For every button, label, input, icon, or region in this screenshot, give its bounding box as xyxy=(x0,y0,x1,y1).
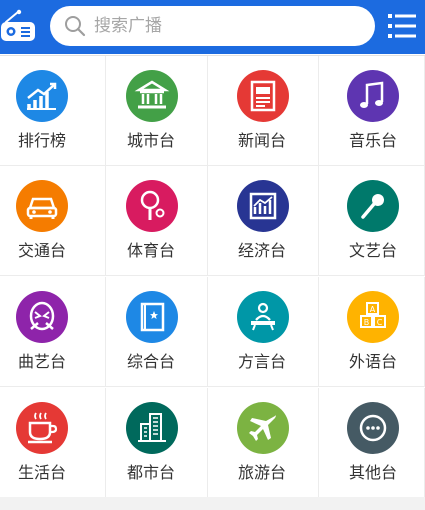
svg-text:A: A xyxy=(370,305,376,314)
radio-icon[interactable] xyxy=(0,8,38,44)
category-item-news[interactable]: 新闻台 xyxy=(208,56,319,166)
speaker-person-icon xyxy=(237,291,289,343)
ranking-chart-icon xyxy=(16,70,68,122)
category-label: 曲艺台 xyxy=(17,352,66,371)
category-item-life[interactable]: 生活台 xyxy=(0,388,106,498)
search-input[interactable]: 搜索广播 xyxy=(50,6,375,46)
airplane-icon xyxy=(237,402,289,454)
category-label: 体育台 xyxy=(126,241,175,260)
category-item-metro[interactable]: 都市台 xyxy=(97,388,208,498)
list-menu-icon[interactable] xyxy=(388,13,416,39)
category-item-city[interactable]: 城市台 xyxy=(97,56,208,166)
category-label: 文艺台 xyxy=(348,241,397,260)
top-bar: 搜索广播 xyxy=(0,0,425,54)
tennis-racket-icon xyxy=(126,180,178,232)
category-item-sports[interactable]: 体育台 xyxy=(97,166,208,276)
category-item-travel[interactable]: 旅游台 xyxy=(208,388,319,498)
category-label: 城市台 xyxy=(126,131,175,150)
category-label: 音乐台 xyxy=(348,131,397,150)
svg-text:B: B xyxy=(364,318,370,327)
city-skyline-icon xyxy=(126,402,178,454)
microphone-icon xyxy=(347,180,399,232)
svg-text:C: C xyxy=(377,318,383,327)
category-label: 排行榜 xyxy=(17,131,66,150)
category-label: 新闻台 xyxy=(237,131,286,150)
category-item-music[interactable]: 音乐台 xyxy=(319,56,425,166)
category-label: 都市台 xyxy=(126,463,175,482)
more-dots-icon xyxy=(347,402,399,454)
book-icon xyxy=(126,291,178,343)
category-item-arts[interactable]: 文艺台 xyxy=(319,166,425,276)
search-placeholder: 搜索广播 xyxy=(94,16,162,36)
category-item-dialect[interactable]: 方言台 xyxy=(208,277,319,387)
abc-blocks-icon: ABC xyxy=(347,291,399,343)
category-label: 旅游台 xyxy=(237,463,286,482)
category-label: 其他台 xyxy=(348,463,397,482)
category-item-folk-arts[interactable]: 曲艺台 xyxy=(0,277,106,387)
search-icon xyxy=(65,16,86,37)
category-label: 交通台 xyxy=(17,241,66,260)
car-icon xyxy=(16,180,68,232)
category-grid: 排行榜 城市台 新闻台 音乐台 交通台 体育台 经济台 文艺台 曲艺台 综合台 … xyxy=(0,55,425,498)
category-item-foreign-language[interactable]: ABC 外语台 xyxy=(319,277,425,387)
category-label: 方言台 xyxy=(237,352,286,371)
newspaper-icon xyxy=(237,70,289,122)
category-item-economy[interactable]: 经济台 xyxy=(208,166,319,276)
city-building-icon xyxy=(126,70,178,122)
category-item-general[interactable]: 综合台 xyxy=(97,277,208,387)
category-label: 生活台 xyxy=(17,463,66,482)
music-note-icon xyxy=(347,70,399,122)
coffee-cup-icon xyxy=(16,402,68,454)
category-label: 综合台 xyxy=(126,352,175,371)
category-item-traffic[interactable]: 交通台 xyxy=(0,166,106,276)
category-label: 外语台 xyxy=(348,352,397,371)
bottom-divider xyxy=(0,497,425,510)
category-label: 经济台 xyxy=(237,241,286,260)
opera-mask-icon xyxy=(16,291,68,343)
category-item-ranking[interactable]: 排行榜 xyxy=(0,56,106,166)
category-item-other[interactable]: 其他台 xyxy=(319,388,425,498)
economy-chart-icon xyxy=(237,180,289,232)
